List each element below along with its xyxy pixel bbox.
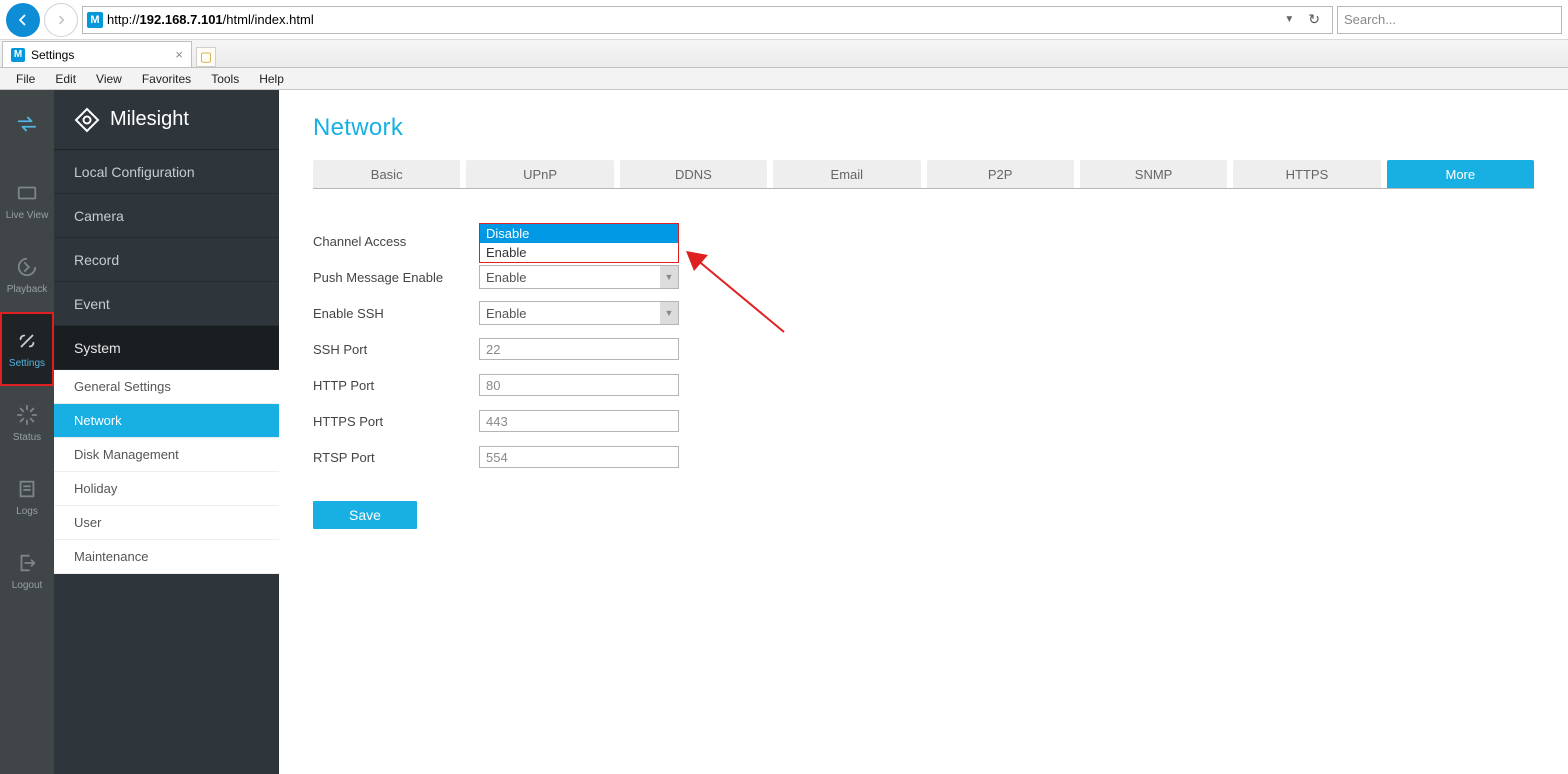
subitem-general-settings[interactable]: General Settings bbox=[54, 370, 279, 404]
forward-button[interactable] bbox=[44, 3, 78, 37]
subitem-user[interactable]: User bbox=[54, 506, 279, 540]
tab-https[interactable]: HTTPS bbox=[1233, 160, 1380, 188]
refresh-icon[interactable]: ↻ bbox=[1300, 11, 1328, 28]
page-title: Network bbox=[313, 114, 1534, 142]
channel-access-dropdown-open[interactable]: Disable Enable bbox=[479, 223, 679, 263]
sidebar-item-event[interactable]: Event bbox=[54, 282, 279, 326]
back-button[interactable] bbox=[6, 3, 40, 37]
subitem-disk-management[interactable]: Disk Management bbox=[54, 438, 279, 472]
input-ssh-port[interactable] bbox=[479, 338, 679, 360]
label-https-port: HTTPS Port bbox=[313, 414, 479, 429]
url-text: http://192.168.7.101/html/index.html bbox=[107, 12, 314, 27]
select-enable-ssh[interactable]: Enable ▼ bbox=[479, 301, 679, 325]
menu-help[interactable]: Help bbox=[249, 70, 294, 88]
addr-dropdown-icon[interactable]: ▼ bbox=[1278, 14, 1300, 25]
browser-menubar: File Edit View Favorites Tools Help bbox=[0, 68, 1568, 90]
rail-item-logs[interactable]: Logs bbox=[0, 460, 54, 534]
subitem-holiday[interactable]: Holiday bbox=[54, 472, 279, 506]
content-area: Network Basic UPnP DDNS Email P2P SNMP H… bbox=[279, 90, 1568, 774]
channel-access-option-disable[interactable]: Disable bbox=[480, 224, 678, 243]
sidebar-item-record[interactable]: Record bbox=[54, 238, 279, 282]
rail-item-swap[interactable] bbox=[0, 90, 54, 164]
input-https-port[interactable] bbox=[479, 410, 679, 432]
label-push-message: Push Message Enable bbox=[313, 270, 479, 285]
tab-basic[interactable]: Basic bbox=[313, 160, 460, 188]
tab-p2p[interactable]: P2P bbox=[927, 160, 1074, 188]
subitem-network[interactable]: Network bbox=[54, 404, 279, 438]
save-button[interactable]: Save bbox=[313, 501, 417, 529]
menu-favorites[interactable]: Favorites bbox=[132, 70, 201, 88]
chevron-down-icon: ▼ bbox=[660, 302, 678, 324]
close-tab-icon[interactable]: × bbox=[175, 47, 183, 62]
network-tabbar: Basic UPnP DDNS Email P2P SNMP HTTPS Mor… bbox=[313, 160, 1534, 189]
site-favicon: M bbox=[87, 12, 103, 28]
subitem-maintenance[interactable]: Maintenance bbox=[54, 540, 279, 574]
browser-tab-strip: M Settings × ▢ bbox=[0, 40, 1568, 68]
sidebar-item-camera[interactable]: Camera bbox=[54, 194, 279, 238]
tab-favicon: M bbox=[11, 48, 25, 62]
label-ssh-port: SSH Port bbox=[313, 342, 479, 357]
browser-chrome: M http://192.168.7.101/html/index.html ▼… bbox=[0, 0, 1568, 90]
rail-item-status[interactable]: Status bbox=[0, 386, 54, 460]
brand: Milesight bbox=[54, 90, 279, 150]
menu-view[interactable]: View bbox=[86, 70, 132, 88]
sidebar-item-local-config[interactable]: Local Configuration bbox=[54, 150, 279, 194]
browser-search-input[interactable]: Search... bbox=[1337, 6, 1562, 34]
menu-file[interactable]: File bbox=[6, 70, 45, 88]
brand-logo-icon bbox=[74, 107, 100, 133]
nav-rail: Live View Playback Settings Status Logs … bbox=[0, 90, 54, 774]
settings-form: Disable Enable Channel Access Push Messa… bbox=[313, 223, 1534, 529]
browser-tab-settings[interactable]: M Settings × bbox=[2, 41, 192, 67]
rail-item-liveview[interactable]: Live View bbox=[0, 164, 54, 238]
tab-email[interactable]: Email bbox=[773, 160, 920, 188]
input-rtsp-port[interactable] bbox=[479, 446, 679, 468]
tab-ddns[interactable]: DDNS bbox=[620, 160, 767, 188]
brand-name: Milesight bbox=[110, 108, 189, 131]
tab-upnp[interactable]: UPnP bbox=[466, 160, 613, 188]
label-http-port: HTTP Port bbox=[313, 378, 479, 393]
address-bar[interactable]: M http://192.168.7.101/html/index.html ▼… bbox=[82, 6, 1333, 34]
new-tab-button[interactable]: ▢ bbox=[196, 47, 216, 67]
rail-item-logout[interactable]: Logout bbox=[0, 534, 54, 608]
rail-item-playback[interactable]: Playback bbox=[0, 238, 54, 312]
rail-item-settings[interactable]: Settings bbox=[0, 312, 54, 386]
sidebar-item-system[interactable]: System bbox=[54, 326, 279, 370]
label-enable-ssh: Enable SSH bbox=[313, 306, 479, 321]
label-channel-access: Channel Access bbox=[313, 234, 479, 249]
select-push-message[interactable]: Enable ▼ bbox=[479, 265, 679, 289]
tab-title: Settings bbox=[31, 48, 74, 62]
input-http-port[interactable] bbox=[479, 374, 679, 396]
app-root: Live View Playback Settings Status Logs … bbox=[0, 90, 1568, 774]
sidebar: Milesight Local Configuration Camera Rec… bbox=[54, 90, 279, 774]
sidebar-sublist-system: General Settings Network Disk Management… bbox=[54, 370, 279, 574]
menu-edit[interactable]: Edit bbox=[45, 70, 86, 88]
tab-more[interactable]: More bbox=[1387, 160, 1534, 188]
tab-snmp[interactable]: SNMP bbox=[1080, 160, 1227, 188]
label-rtsp-port: RTSP Port bbox=[313, 450, 479, 465]
menu-tools[interactable]: Tools bbox=[201, 70, 249, 88]
channel-access-option-enable[interactable]: Enable bbox=[480, 243, 678, 262]
chevron-down-icon: ▼ bbox=[660, 266, 678, 288]
